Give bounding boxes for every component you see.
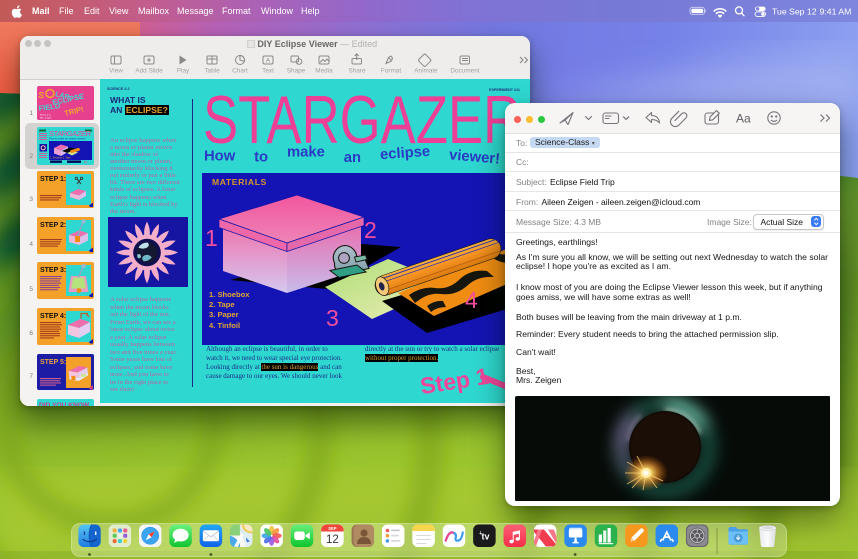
svg-text:Mrs. Zeigen: Mrs. Zeigen [40,116,52,119]
svg-text:Share: Share [348,68,365,75]
svg-text:Tue Sep 12: Tue Sep 12 [772,7,817,17]
svg-text:4: 4 [465,287,478,313]
svg-text:Animate: Animate [414,68,438,75]
svg-text:12: 12 [326,534,339,546]
svg-text:Chart: Chart [232,68,248,75]
svg-text:Shape: Shape [287,68,306,75]
svg-text:STEP 1:: STEP 1: [40,176,66,183]
svg-text:1: 1 [205,225,218,251]
svg-text:FIELD: FIELD [38,100,61,112]
svg-text:Play: Play [177,68,190,75]
svg-text:SEP: SEP [328,526,337,531]
svg-text:How to make an eclipse viewer!: How to make an eclipse viewer! [49,137,86,141]
svg-text:Text: Text [262,68,274,75]
svg-text:Media: Media [315,68,333,75]
svg-text:STEP 3:: STEP 3: [40,267,66,274]
svg-text:St.: St. [84,160,89,165]
svg-text:STEP 4:: STEP 4: [40,313,66,320]
svg-text:STEP 5:: STEP 5: [40,359,66,366]
svg-text:Aa: Aa [736,112,751,126]
svg-text:Table: Table [204,68,220,75]
svg-text:S: S [37,89,45,100]
svg-text:DID YOU KNOW...: DID YOU KNOW... [39,402,94,406]
svg-text:9:41 AM: 9:41 AM [820,7,852,17]
svg-text:2: 2 [364,217,377,243]
svg-text:A: A [266,58,271,65]
svg-text:tv: tv [482,532,490,542]
svg-text:Format: Format [381,68,401,75]
svg-text:View: View [109,68,123,75]
svg-text:3: 3 [326,305,339,331]
svg-text:Add Slide: Add Slide [135,68,163,75]
svg-text:STEP 2:: STEP 2: [40,222,66,229]
svg-text:TRIP!: TRIP! [63,104,84,117]
svg-text:Document: Document [450,68,479,75]
svg-text:1. Shoebox 2. Tape: 1. Shoebox 2. Tape [50,157,71,160]
svg-text:Wed 1 p.m.: Wed 1 p.m. [40,114,52,116]
